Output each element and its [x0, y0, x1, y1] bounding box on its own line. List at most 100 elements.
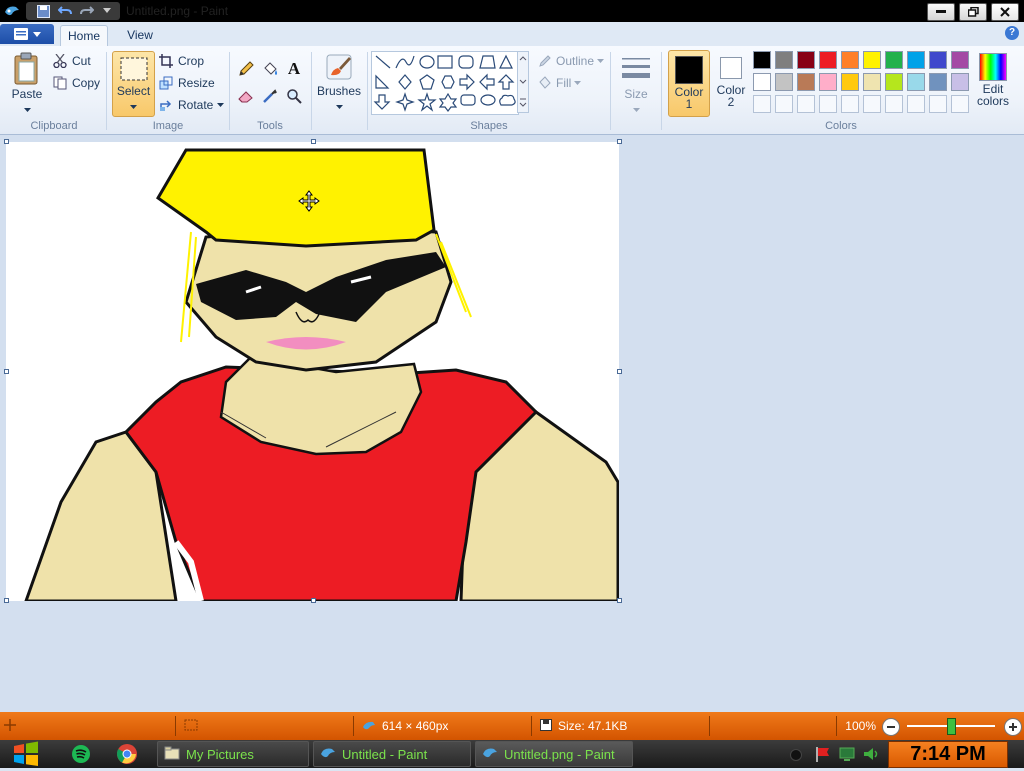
- image-group-label: Image: [152, 120, 184, 132]
- fill-button[interactable]: Fill: [537, 75, 582, 91]
- rainbow-icon: [979, 53, 1007, 81]
- size-button[interactable]: Size: [616, 51, 656, 113]
- palette-swatch[interactable]: [775, 51, 793, 69]
- outline-pencil-icon: [537, 53, 553, 69]
- palette-swatch[interactable]: [797, 51, 815, 69]
- copy-button[interactable]: Copy: [52, 75, 100, 91]
- text-tool-icon[interactable]: A: [284, 59, 304, 79]
- zoom-slider-thumb[interactable]: [947, 718, 956, 735]
- palette-swatch[interactable]: [775, 73, 793, 91]
- palette-custom-swatch[interactable]: [819, 95, 837, 113]
- minimize-button[interactable]: [927, 3, 955, 21]
- brushes-button[interactable]: Brushes: [316, 51, 362, 113]
- rotate-button[interactable]: Rotate: [158, 97, 225, 113]
- palette-custom-swatch[interactable]: [797, 95, 815, 113]
- copy-icon: [52, 75, 68, 91]
- customize-qat-icon[interactable]: [99, 3, 115, 19]
- help-icon[interactable]: ?: [1005, 26, 1019, 40]
- shapes-scrollbar[interactable]: [517, 51, 529, 113]
- outline-button[interactable]: Outline: [537, 53, 605, 69]
- zoom-in-button[interactable]: [1004, 718, 1022, 736]
- paste-button[interactable]: Paste: [8, 52, 46, 112]
- palette-custom-swatch[interactable]: [863, 95, 881, 113]
- canvas-resize-right[interactable]: [617, 369, 622, 374]
- palette-swatch[interactable]: [753, 73, 771, 91]
- color2-button[interactable]: Color 2: [712, 50, 750, 115]
- palette-swatch[interactable]: [841, 51, 859, 69]
- save-icon[interactable]: [35, 3, 51, 19]
- paste-label: Paste: [11, 87, 43, 101]
- paint-icon: [482, 746, 498, 763]
- crosshair-icon: [4, 718, 16, 734]
- palette-swatch[interactable]: [907, 51, 925, 69]
- tray-dot-icon[interactable]: [790, 749, 802, 761]
- ribbon-separator: [106, 52, 107, 130]
- palette-swatch[interactable]: [797, 73, 815, 91]
- palette-custom-swatch[interactable]: [775, 95, 793, 113]
- palette-swatch[interactable]: [929, 73, 947, 91]
- zoom-out-button[interactable]: [882, 718, 900, 736]
- palette-swatch[interactable]: [885, 51, 903, 69]
- pentagon-shape-icon: [419, 74, 435, 90]
- tab-view[interactable]: View: [120, 25, 160, 46]
- palette-swatch[interactable]: [863, 73, 881, 91]
- color-picker-icon[interactable]: [260, 86, 280, 106]
- palette-custom-swatch[interactable]: [929, 95, 947, 113]
- start-button[interactable]: [10, 740, 42, 768]
- color2-swatch: [720, 57, 742, 79]
- triangle-shape-icon: [499, 54, 513, 69]
- palette-swatch[interactable]: [929, 51, 947, 69]
- taskbar-item-label: Untitled.png - Paint: [504, 746, 615, 762]
- palette-custom-swatch[interactable]: [841, 95, 859, 113]
- five-point-star-shape-icon: [417, 92, 437, 112]
- edit-colors-button[interactable]: Edit colors: [974, 51, 1012, 115]
- restore-button[interactable]: [959, 3, 987, 21]
- taskbar-item-untitled-png-paint[interactable]: Untitled.png - Paint: [475, 741, 633, 767]
- up-arrow-shape-icon: [497, 74, 515, 90]
- spotify-icon[interactable]: [70, 743, 92, 765]
- eraser-icon[interactable]: [236, 86, 256, 106]
- cut-button[interactable]: Cut: [52, 53, 91, 69]
- volume-icon[interactable]: [862, 745, 880, 766]
- title-bar: Untitled.png - Paint: [0, 0, 1024, 22]
- color1-button[interactable]: Color 1: [668, 50, 710, 117]
- rounded-rectangle-shape-icon: [458, 55, 474, 69]
- line-size-icon: [620, 58, 652, 87]
- palette-swatch[interactable]: [907, 73, 925, 91]
- palette-swatch[interactable]: [753, 51, 771, 69]
- pencil-icon[interactable]: [236, 59, 256, 79]
- shapes-group-label: Shapes: [470, 120, 508, 132]
- close-button[interactable]: [991, 3, 1019, 21]
- palette-swatch[interactable]: [951, 73, 969, 91]
- palette-swatch[interactable]: [819, 73, 837, 91]
- taskbar-item-my-pictures[interactable]: My Pictures: [157, 741, 309, 767]
- move-cursor-icon: [298, 190, 320, 215]
- resize-button[interactable]: Resize: [158, 75, 215, 91]
- select-button[interactable]: Select: [112, 51, 155, 117]
- palette-custom-swatch[interactable]: [885, 95, 903, 113]
- crop-button[interactable]: Crop: [158, 53, 204, 69]
- palette-custom-swatch[interactable]: [951, 95, 969, 113]
- magnifier-icon[interactable]: [284, 86, 304, 106]
- palette-custom-swatch[interactable]: [753, 95, 771, 113]
- palette-custom-swatch[interactable]: [907, 95, 925, 113]
- fill-bucket-icon[interactable]: [260, 59, 280, 79]
- paint-app-icon[interactable]: [4, 3, 20, 19]
- chrome-icon[interactable]: [116, 743, 138, 765]
- palette-swatch[interactable]: [885, 73, 903, 91]
- action-center-flag-icon[interactable]: [814, 745, 832, 766]
- canvas-resize-bottom[interactable]: [311, 598, 316, 603]
- taskbar-item-untitled-paint[interactable]: Untitled - Paint: [313, 741, 471, 767]
- paint-menu-button[interactable]: [0, 24, 54, 44]
- redo-icon[interactable]: [79, 3, 95, 19]
- palette-swatch[interactable]: [863, 51, 881, 69]
- canvas-resize-corner[interactable]: [617, 598, 622, 603]
- tab-home[interactable]: Home: [60, 25, 108, 47]
- palette-swatch[interactable]: [951, 51, 969, 69]
- taskbar-clock[interactable]: 7:14 PM: [888, 741, 1008, 768]
- outline-label: Outline: [556, 54, 595, 68]
- palette-swatch[interactable]: [841, 73, 859, 91]
- palette-swatch[interactable]: [819, 51, 837, 69]
- undo-icon[interactable]: [57, 3, 73, 19]
- network-icon[interactable]: [838, 745, 856, 766]
